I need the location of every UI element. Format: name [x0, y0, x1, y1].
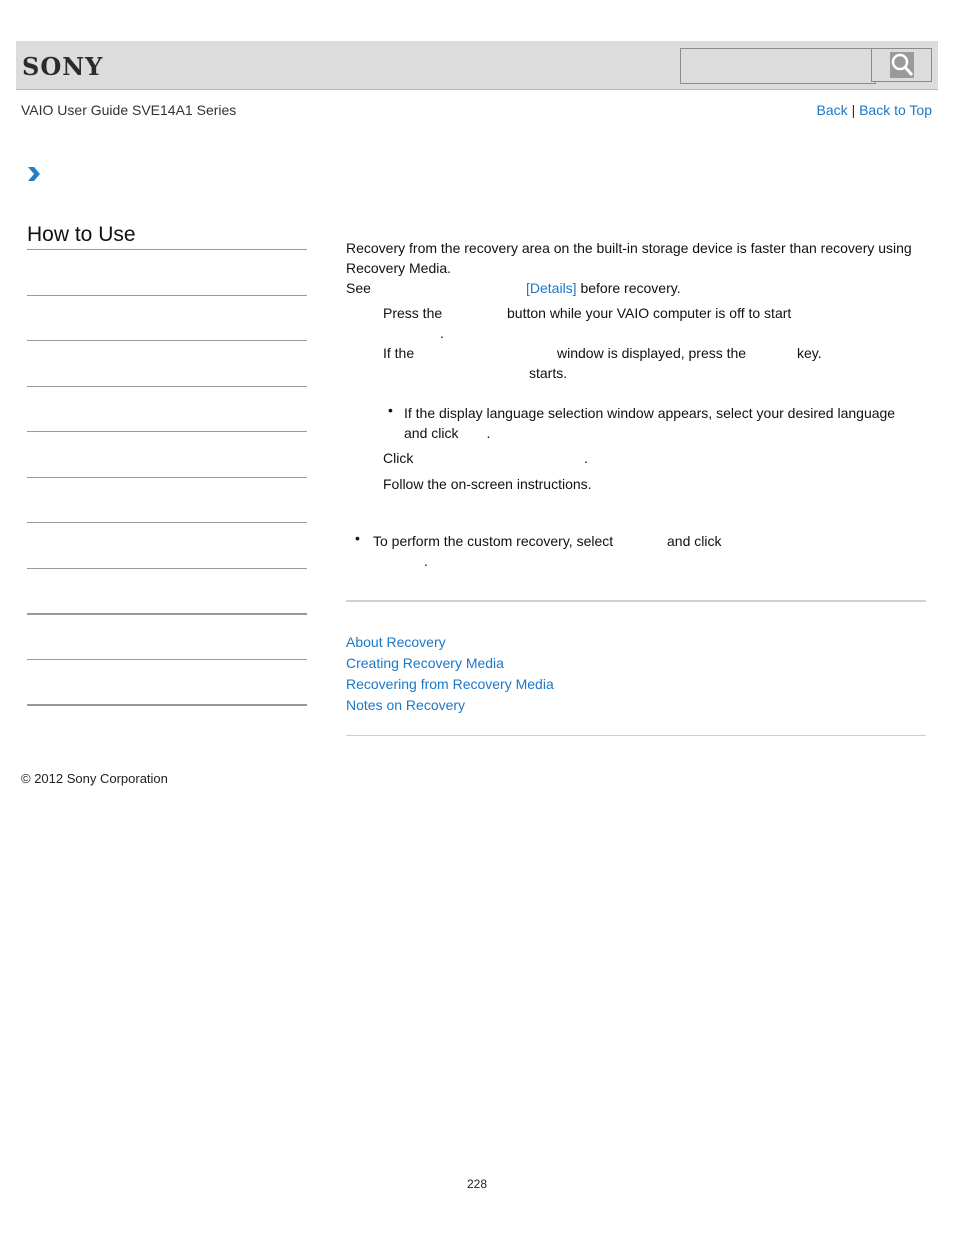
step1-c: .	[440, 325, 444, 341]
related-link-about-recovery[interactable]: About Recovery	[346, 634, 446, 650]
related-link-creating-recovery-media[interactable]: Creating Recovery Media	[346, 655, 504, 671]
chevron-right-icon[interactable]	[27, 166, 41, 187]
hint-line-1b: and click	[667, 533, 722, 549]
sidebar-item[interactable]	[27, 295, 307, 296]
sidebar-divider	[27, 249, 307, 250]
sidebar-item[interactable]	[27, 477, 307, 478]
step2-note-period: .	[486, 425, 491, 441]
see-suffix: before recovery.	[580, 280, 681, 296]
step2-c: key.	[797, 345, 822, 361]
top-nav-links: Back | Back to Top	[817, 102, 932, 118]
back-to-top-link[interactable]: Back to Top	[859, 102, 932, 118]
intro-paragraph: Recovery from the recovery area on the b…	[346, 238, 912, 278]
sidebar-item[interactable]	[27, 704, 307, 706]
search-button[interactable]	[871, 48, 932, 82]
hint-line-1a: To perform the custom recovery, select	[373, 533, 614, 549]
intro-line-2: Recovery Media.	[346, 260, 452, 276]
bullet-dot: •	[355, 530, 360, 546]
page-number: 228	[466, 1177, 488, 1191]
intro-line-1: Recovery from the recovery area on the b…	[346, 240, 912, 256]
step1-a: Press the	[383, 305, 443, 321]
related-links: About Recovery Creating Recovery Media R…	[346, 632, 554, 716]
guide-title: VAIO User Guide SVE14A1 Series	[21, 102, 237, 118]
step2-note-line-2: and click.	[404, 423, 895, 443]
step2-d: starts.	[529, 365, 568, 381]
sony-logo[interactable]: SONY	[22, 52, 103, 81]
step3-a: Click	[383, 450, 414, 466]
sidebar-item[interactable]	[27, 431, 307, 432]
sidebar-item[interactable]	[27, 522, 307, 523]
sidebar-item[interactable]	[27, 386, 307, 387]
related-link-recovering-from-media[interactable]: Recovering from Recovery Media	[346, 676, 554, 692]
hint-line-2: .	[424, 553, 428, 569]
see-prefix: See	[346, 280, 371, 296]
related-link-notes-on-recovery[interactable]: Notes on Recovery	[346, 697, 465, 713]
step2-b: window is displayed, press the	[557, 345, 747, 361]
step2-a: If the	[383, 345, 415, 361]
link-separator: |	[851, 102, 856, 118]
step2-note-text: and click	[404, 425, 459, 441]
sidebar-item[interactable]	[27, 340, 307, 341]
section-divider	[346, 600, 926, 602]
section-divider	[346, 735, 926, 736]
copyright: © 2012 Sony Corporation	[21, 771, 168, 786]
sidebar-item[interactable]	[27, 613, 307, 615]
search-input[interactable]	[680, 48, 876, 84]
sidebar-heading: How to Use	[27, 223, 136, 246]
see-details-line: See	[346, 278, 371, 298]
step2-note-line-1: If the display language selection window…	[404, 405, 896, 421]
step2-note: If the display language selection window…	[404, 403, 895, 443]
step4: Follow the on-screen instructions.	[383, 476, 592, 492]
bullet-dot: •	[388, 402, 393, 418]
magnifier-icon	[890, 52, 914, 78]
back-link[interactable]: Back	[817, 102, 848, 118]
sidebar-item[interactable]	[27, 568, 307, 569]
step3-b: .	[584, 450, 588, 466]
see-details-cont: [Details] before recovery.	[526, 278, 681, 298]
step1-b: button while your VAIO computer is off t…	[507, 305, 792, 321]
sidebar-item[interactable]	[27, 659, 307, 660]
details-link[interactable]: [Details]	[526, 280, 577, 296]
